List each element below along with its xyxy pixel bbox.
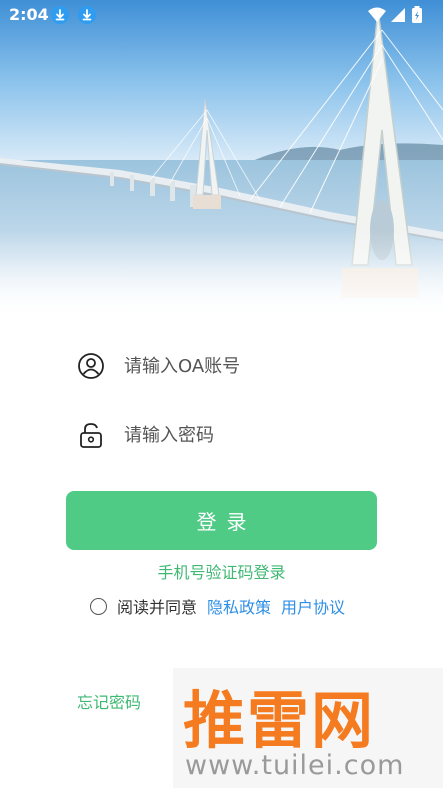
cell-signal-icon xyxy=(391,8,405,22)
watermark-url: www.tuilei.com xyxy=(185,750,405,781)
account-input[interactable] xyxy=(124,350,374,382)
agree-text: 阅读并同意 xyxy=(117,598,198,617)
status-time: 2:04 xyxy=(9,5,49,24)
agreement-row: 阅读并同意 隐私政策 用户协议 xyxy=(90,594,355,618)
privacy-policy-link[interactable]: 隐私政策 xyxy=(207,594,271,618)
watermark-brand: 推雷网 xyxy=(183,684,376,757)
wifi-icon xyxy=(368,7,386,22)
lock-icon xyxy=(77,421,105,449)
download-icon xyxy=(78,6,96,24)
status-bar: 2:04 xyxy=(0,0,443,30)
sms-login-link[interactable]: 手机号验证码登录 xyxy=(0,559,443,583)
password-field xyxy=(77,415,377,455)
forgot-password-link[interactable]: 忘记密码 xyxy=(77,689,141,713)
hero-banner-image xyxy=(0,0,443,320)
account-field xyxy=(77,346,377,386)
password-input[interactable] xyxy=(124,419,374,451)
user-icon xyxy=(77,352,105,380)
login-button[interactable]: 登录 xyxy=(66,491,377,550)
user-agreement-link[interactable]: 用户协议 xyxy=(281,594,345,618)
watermark-logo: 推雷网 www.tuilei.com xyxy=(173,668,443,788)
battery-charging-icon xyxy=(412,6,422,23)
download-icon xyxy=(51,6,69,24)
agree-radio[interactable] xyxy=(90,597,107,615)
